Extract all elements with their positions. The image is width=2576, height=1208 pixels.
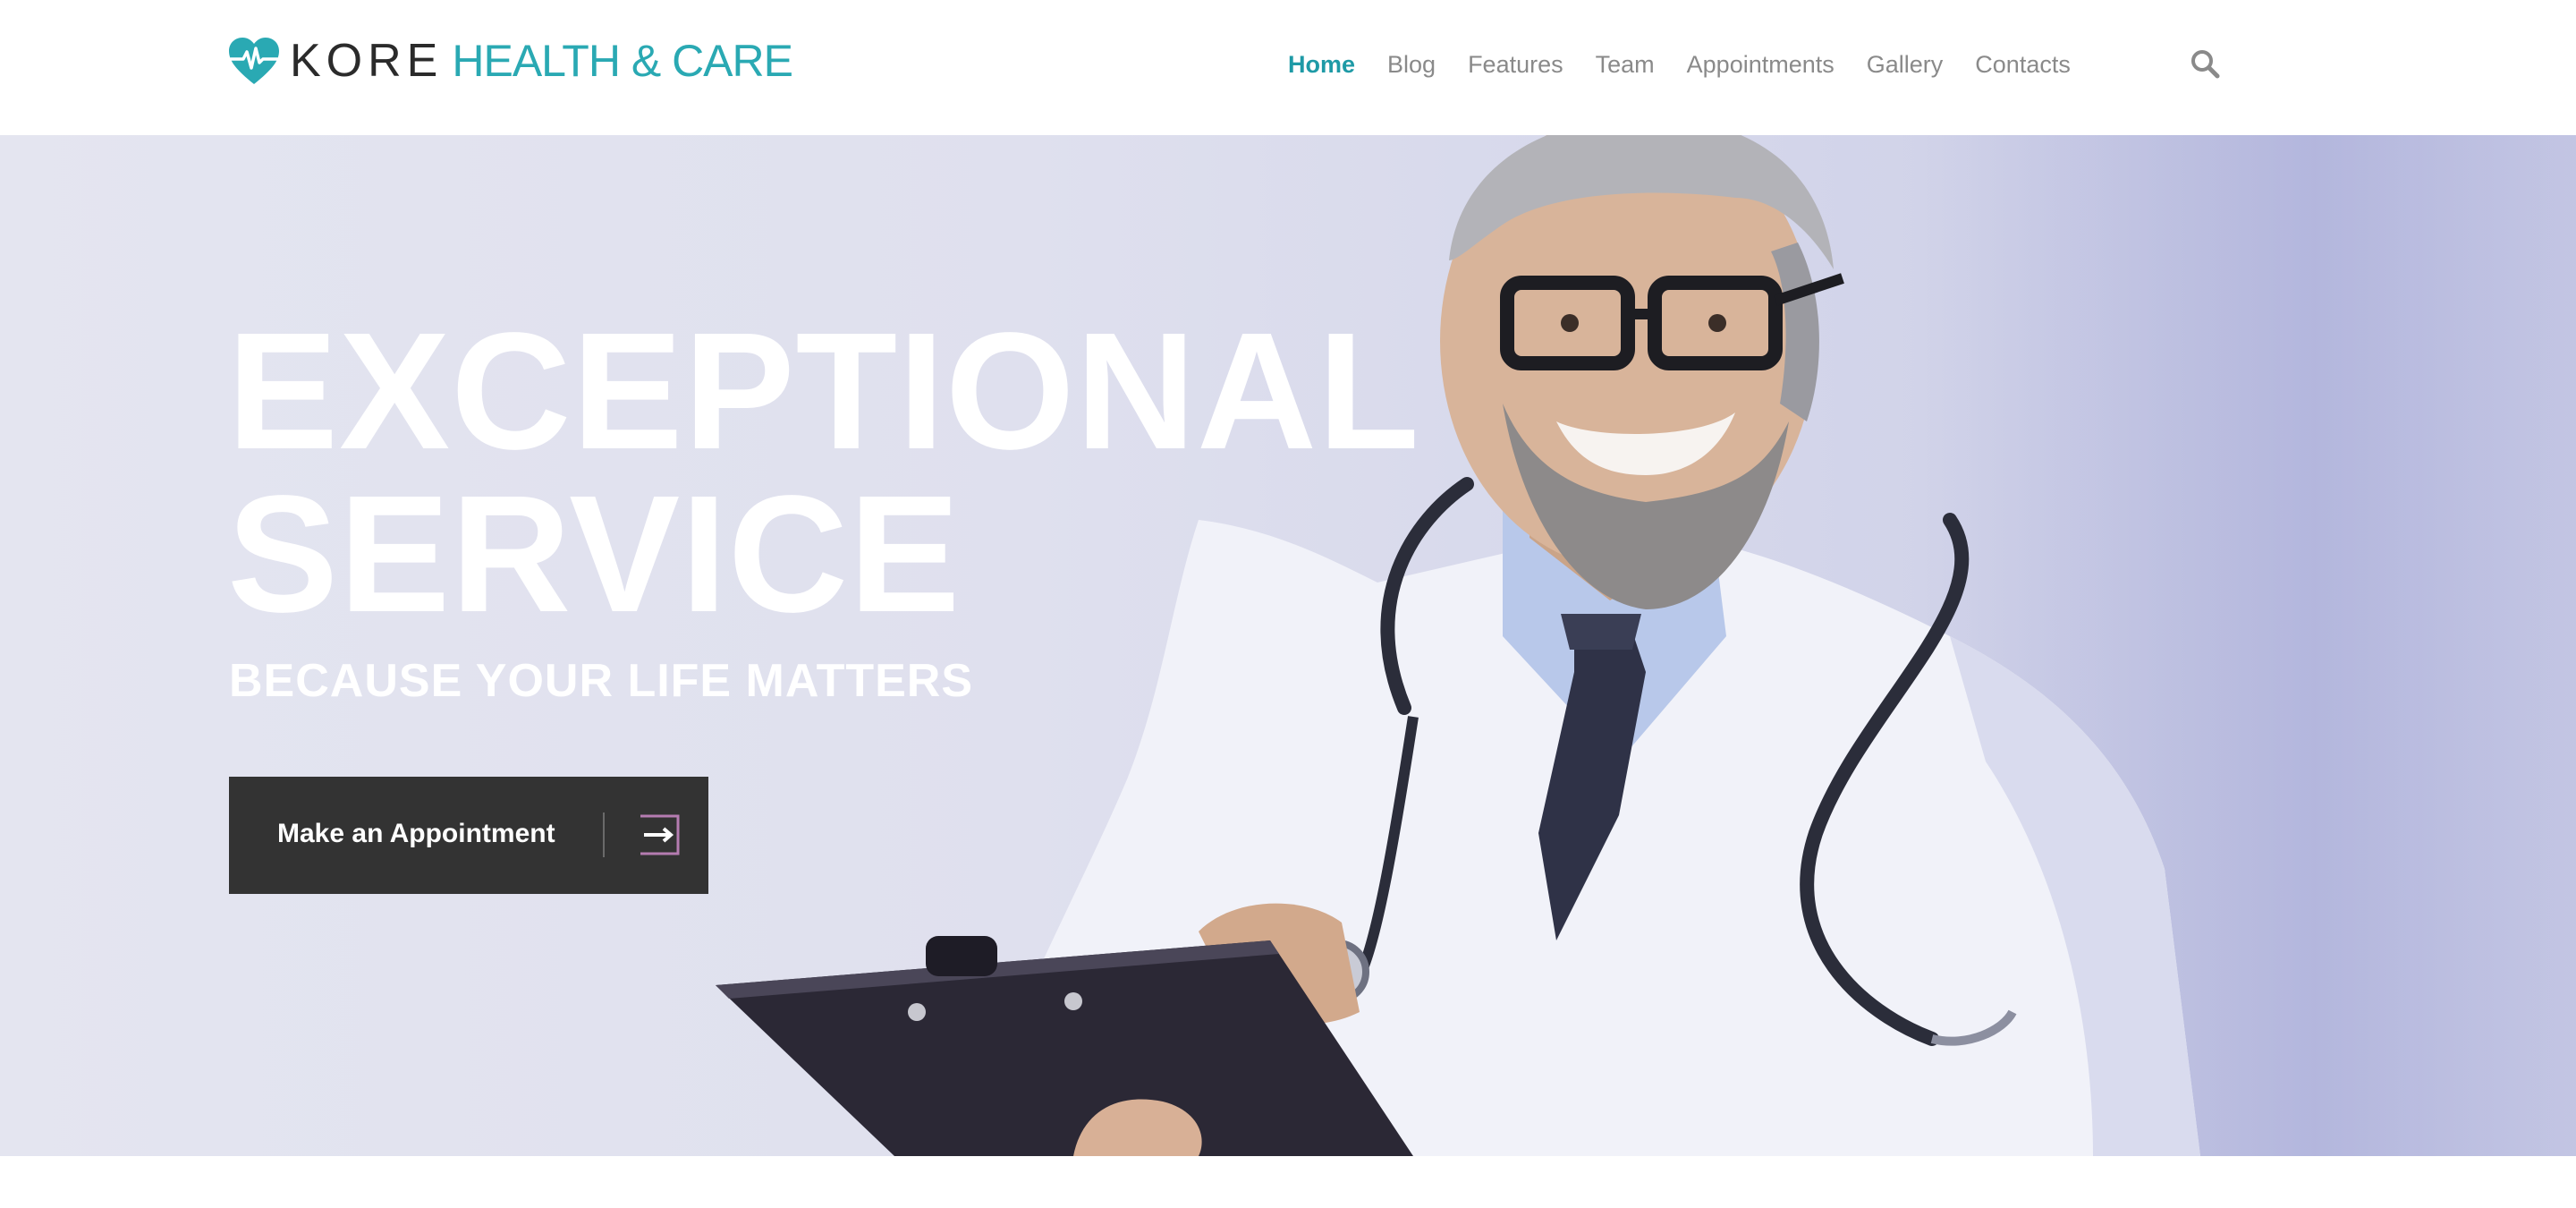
main-nav: Home Blog Features Team Appointments Gal… <box>1288 48 2103 81</box>
hero-title-line-1: EXCEPTIONAL <box>227 299 1420 484</box>
make-appointment-label: Make an Appointment <box>277 819 555 848</box>
arrow-right-icon <box>640 814 680 855</box>
logo-text-kore: KORE <box>290 35 444 87</box>
hero-banner: EXCEPTIONAL SERVICE BECAUSE YOUR LIFE MA… <box>0 135 2576 1156</box>
hero-subtitle: BECAUSE YOUR LIFE MATTERS <box>229 655 974 707</box>
site-logo[interactable]: KORE HEALTH & CARE <box>227 35 793 87</box>
cta-divider <box>603 812 605 857</box>
nav-item-gallery[interactable]: Gallery <box>1867 48 1944 81</box>
make-appointment-button[interactable]: Make an Appointment <box>229 777 708 894</box>
search-button[interactable] <box>2190 48 2220 79</box>
nav-item-contacts[interactable]: Contacts <box>1975 48 2071 81</box>
nav-item-team[interactable]: Team <box>1596 48 1655 81</box>
hero-title-line-2: SERVICE <box>227 462 962 647</box>
nav-item-features[interactable]: Features <box>1468 48 1563 81</box>
nav-item-appointments[interactable]: Appointments <box>1687 48 1835 81</box>
site-header: KORE HEALTH & CARE Home Blog Features Te… <box>0 0 2576 135</box>
nav-item-blog[interactable]: Blog <box>1387 48 1436 81</box>
nav-item-home[interactable]: Home <box>1288 48 1355 81</box>
hero-title: EXCEPTIONAL SERVICE <box>227 299 1420 647</box>
heart-pulse-icon <box>229 38 279 84</box>
logo-text-health-care: HEALTH & CARE <box>452 36 793 86</box>
search-icon <box>2191 50 2220 79</box>
page-content-start <box>0 1156 2576 1208</box>
